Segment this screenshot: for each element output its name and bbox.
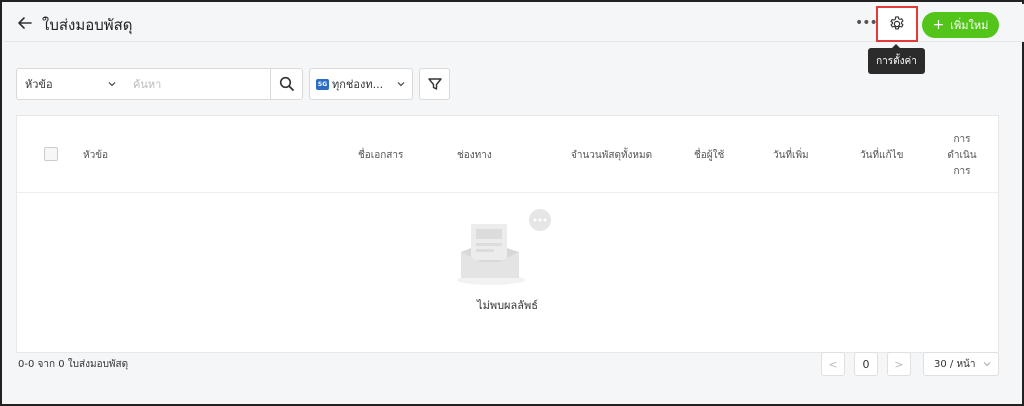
results-table: หัวข้อ ชื่อเอกสาร ช่องทาง จำนวนพัสดุทั้ง… [16, 115, 999, 353]
previous-page-button[interactable]: < [821, 352, 845, 376]
page-size-select[interactable]: 30 / หน้า [923, 352, 999, 376]
add-new-label: เพิ่มใหม่ [950, 19, 989, 32]
search-icon [279, 76, 294, 91]
column-header-user-name[interactable]: ชื่อผู้ใช้ [694, 148, 724, 163]
column-header-channel[interactable]: ช่องทาง [457, 148, 492, 163]
filter-icon [427, 78, 442, 90]
add-new-button[interactable]: + เพิ่มใหม่ [922, 12, 999, 38]
gear-icon [890, 16, 904, 30]
current-page-number[interactable]: 0 [854, 352, 878, 376]
settings-tooltip: การตั้งค่า [868, 44, 925, 74]
column-header-date-modified[interactable]: วันที่แก้ไข [860, 148, 903, 163]
column-header-document-name[interactable]: ชื่อเอกสาร [358, 148, 403, 163]
chevron-down-icon [397, 82, 405, 87]
app-window: ใบส่งมอบพัสดุ ••• + เพิ่มใหม่ การตั้งค่า… [0, 0, 1024, 406]
page-header: ใบส่งมอบพัสดุ ••• + เพิ่มใหม่ [4, 4, 1024, 42]
filter-button[interactable] [419, 68, 450, 100]
column-header-date-added[interactable]: วันที่เพิ่ม [773, 148, 809, 163]
action-header-line3: การ [953, 166, 971, 177]
action-header-line2: ดำเนิน [947, 150, 977, 161]
chevron-down-icon [108, 82, 116, 87]
plus-icon: + [932, 17, 945, 33]
empty-state-text: ไม่พบผลลัพธ์ [477, 299, 538, 312]
next-page-button[interactable]: > [887, 352, 911, 376]
search-input[interactable] [125, 68, 271, 100]
settings-button[interactable] [876, 6, 918, 42]
back-arrow-icon[interactable] [16, 14, 34, 32]
action-header-line1: การ [953, 134, 971, 145]
chevron-down-icon [983, 362, 991, 367]
results-summary: 0-0 จาก 0 ใบส่งมอบพัสดุ [18, 359, 129, 370]
column-header-action: การ ดำเนิน การ [947, 132, 977, 180]
page-size-value: 30 / หน้า [934, 358, 976, 370]
select-all-checkbox[interactable] [44, 147, 58, 161]
channel-select[interactable]: SG ทุกช่องท... [309, 68, 413, 100]
channel-badge-icon: SG [316, 78, 329, 90]
page-title: ใบส่งมอบพัสดุ [42, 16, 133, 34]
table-header: หัวข้อ ชื่อเอกสาร ช่องทาง จำนวนพัสดุทั้ง… [17, 116, 998, 193]
more-options-button[interactable]: ••• [855, 14, 878, 32]
search-button[interactable] [270, 68, 303, 100]
search-field-value: หัวข้อ [25, 78, 53, 91]
search-field-select[interactable]: หัวข้อ [16, 68, 126, 100]
channel-select-value: ทุกช่องท... [332, 78, 384, 91]
column-header-total-parcels[interactable]: จำนวนพัสดุทั้งหมด [571, 148, 652, 163]
empty-inbox-icon [457, 209, 551, 285]
column-header-subject[interactable]: หัวข้อ [83, 148, 108, 163]
